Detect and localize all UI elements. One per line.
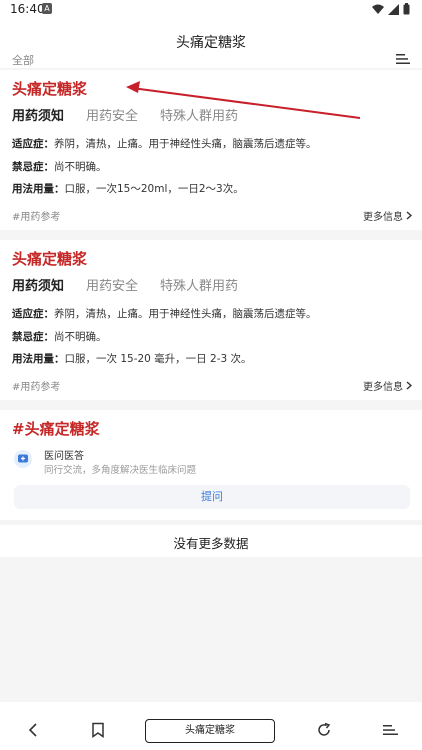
drug-name[interactable]: 头痛定糖浆 xyxy=(12,248,87,269)
chevron-right-icon xyxy=(406,211,412,220)
refresh-icon[interactable] xyxy=(316,722,332,738)
battery-icon xyxy=(403,3,410,15)
bottom-bar-title[interactable]: 头痛定糖浆 xyxy=(145,719,275,743)
indication-text: 养阴，清热，止痛。用于神经性头痛，脑震荡后遗症等。 xyxy=(54,308,317,320)
end-of-list: 没有更多数据 xyxy=(0,525,422,557)
dosage-text: 口服，一次15～20ml，一日2～3次。 xyxy=(64,183,244,195)
sim-icon: A xyxy=(42,3,52,14)
tab-usage-notes[interactable]: 用药须知 xyxy=(12,105,64,124)
signal-icon xyxy=(388,3,399,15)
indication-text: 养阴，清热，止痛。用于神经性头痛，脑震荡后遗症等。 xyxy=(54,138,317,150)
ask-question-button[interactable]: 提问 xyxy=(14,485,410,509)
menu-icon[interactable] xyxy=(382,722,398,738)
menu-icon[interactable] xyxy=(396,54,410,64)
contraindication-row: 禁忌症：尚不明确。 xyxy=(12,330,412,344)
dosage-label: 用法用量： xyxy=(12,353,65,365)
dosage-row: 用法用量：口服，一次 15-20 毫升，一日 2-3 次。 xyxy=(12,352,412,366)
back-icon[interactable] xyxy=(26,722,42,738)
tab-usage-notes[interactable]: 用药须知 xyxy=(12,275,64,294)
indication-label: 适应症： xyxy=(12,308,54,320)
reference-tag[interactable]: #用药参考 xyxy=(12,208,60,223)
drug-card: 头痛定糖浆 用药须知 用药安全 特殊人群用药 适应症：养阴，清热，止痛。用于神经… xyxy=(0,240,422,400)
more-info-label: 更多信息 xyxy=(363,212,403,223)
drug-name[interactable]: 头痛定糖浆 xyxy=(12,78,87,99)
indication-row: 适应症：养阴，清热，止痛。用于神经性头痛，脑震荡后遗症等。 xyxy=(12,307,412,321)
more-info-link[interactable]: 更多信息 xyxy=(363,208,412,223)
dosage-text: 口服，一次 15-20 毫升，一日 2-3 次。 xyxy=(64,353,252,365)
more-info-link[interactable]: 更多信息 xyxy=(363,378,412,393)
more-info-label: 更多信息 xyxy=(363,382,403,393)
status-bar: 16:40 A xyxy=(0,0,422,18)
indication-label: 适应症： xyxy=(12,138,54,150)
top-bar: 头痛定糖浆 全部 xyxy=(0,18,422,68)
tab-special-population[interactable]: 特殊人群用药 xyxy=(160,275,238,294)
filter-all[interactable]: 全部 xyxy=(12,52,34,68)
qa-card: #头痛定糖浆 医问医答 同行交流，多角度解决医生临床问题 提问 xyxy=(0,410,422,520)
status-time: 16:40 xyxy=(10,2,45,16)
status-icons xyxy=(372,3,410,15)
chat-plus-icon xyxy=(14,450,32,468)
contraindication-label: 禁忌症： xyxy=(12,331,54,343)
tab-drug-safety[interactable]: 用药安全 xyxy=(86,105,138,124)
contraindication-row: 禁忌症：尚不明确。 xyxy=(12,160,412,174)
wifi-icon xyxy=(372,4,384,14)
bookmark-icon[interactable] xyxy=(90,722,106,738)
qa-section-subtitle: 同行交流，多角度解决医生临床问题 xyxy=(44,465,197,476)
tab-special-population[interactable]: 特殊人群用药 xyxy=(160,105,238,124)
drug-card: 头痛定糖浆 用药须知 用药安全 特殊人群用药 适应症：养阴，清热，止痛。用于神经… xyxy=(0,70,422,230)
bottom-bar: 头痛定糖浆 xyxy=(0,702,422,750)
page-title: 头痛定糖浆 xyxy=(176,35,246,51)
contraindication-text: 尚不明确。 xyxy=(54,161,107,173)
qa-hashtag-title[interactable]: #头痛定糖浆 xyxy=(12,418,100,439)
no-more-data-text: 没有更多数据 xyxy=(173,536,249,551)
tab-bar: 用药须知 用药安全 特殊人群用药 xyxy=(12,105,238,124)
dosage-row: 用法用量：口服，一次15～20ml，一日2～3次。 xyxy=(12,182,412,196)
contraindication-label: 禁忌症： xyxy=(12,161,54,173)
dosage-label: 用法用量： xyxy=(12,183,65,195)
tab-bar: 用药须知 用药安全 特殊人群用药 xyxy=(12,275,238,294)
tab-drug-safety[interactable]: 用药安全 xyxy=(86,275,138,294)
chevron-right-icon xyxy=(406,381,412,390)
reference-tag[interactable]: #用药参考 xyxy=(12,378,60,393)
indication-row: 适应症：养阴，清热，止痛。用于神经性头痛，脑震荡后遗症等。 xyxy=(12,137,412,151)
qa-section-title: 医问医答 xyxy=(44,451,84,462)
contraindication-text: 尚不明确。 xyxy=(54,331,107,343)
